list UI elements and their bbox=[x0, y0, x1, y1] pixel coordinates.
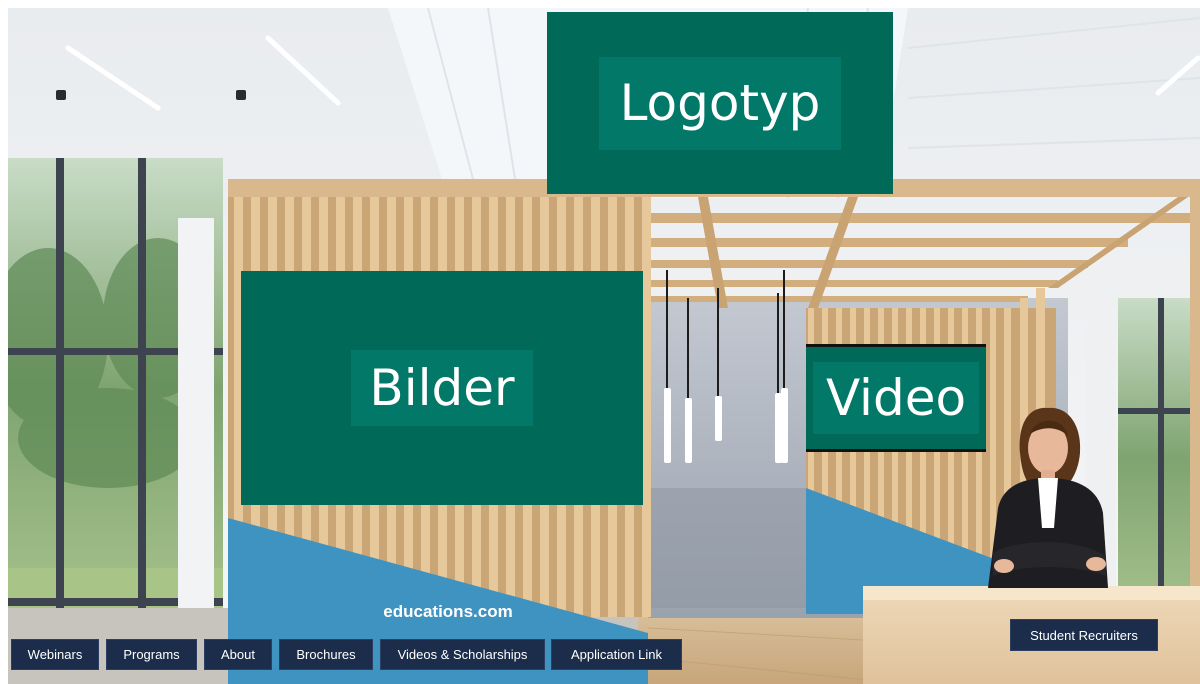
student-recruiters-button[interactable]: Student Recruiters bbox=[1010, 619, 1158, 651]
images-panel-label: Bilder bbox=[351, 350, 533, 426]
nav-application-link-button[interactable]: Application Link bbox=[551, 639, 682, 670]
logo-panel-label: Logotyp bbox=[599, 56, 841, 150]
virtual-booth-scene: Logotyp Bilder Video educations.com bbox=[8, 8, 1200, 684]
booth-website-text: educations.com bbox=[383, 602, 513, 621]
nav-programs-button[interactable]: Programs bbox=[106, 639, 197, 670]
logo-panel[interactable]: Logotyp bbox=[547, 12, 893, 194]
nav-webinars-button[interactable]: Webinars bbox=[11, 639, 99, 670]
nav-brochures-button[interactable]: Brochures bbox=[279, 639, 373, 670]
video-panel-label: Video bbox=[813, 362, 979, 434]
images-panel[interactable]: Bilder bbox=[241, 271, 643, 505]
video-panel[interactable]: Video bbox=[806, 344, 986, 452]
nav-about-button[interactable]: About bbox=[204, 639, 272, 670]
nav-videos-scholarships-button[interactable]: Videos & Scholarships bbox=[380, 639, 545, 670]
